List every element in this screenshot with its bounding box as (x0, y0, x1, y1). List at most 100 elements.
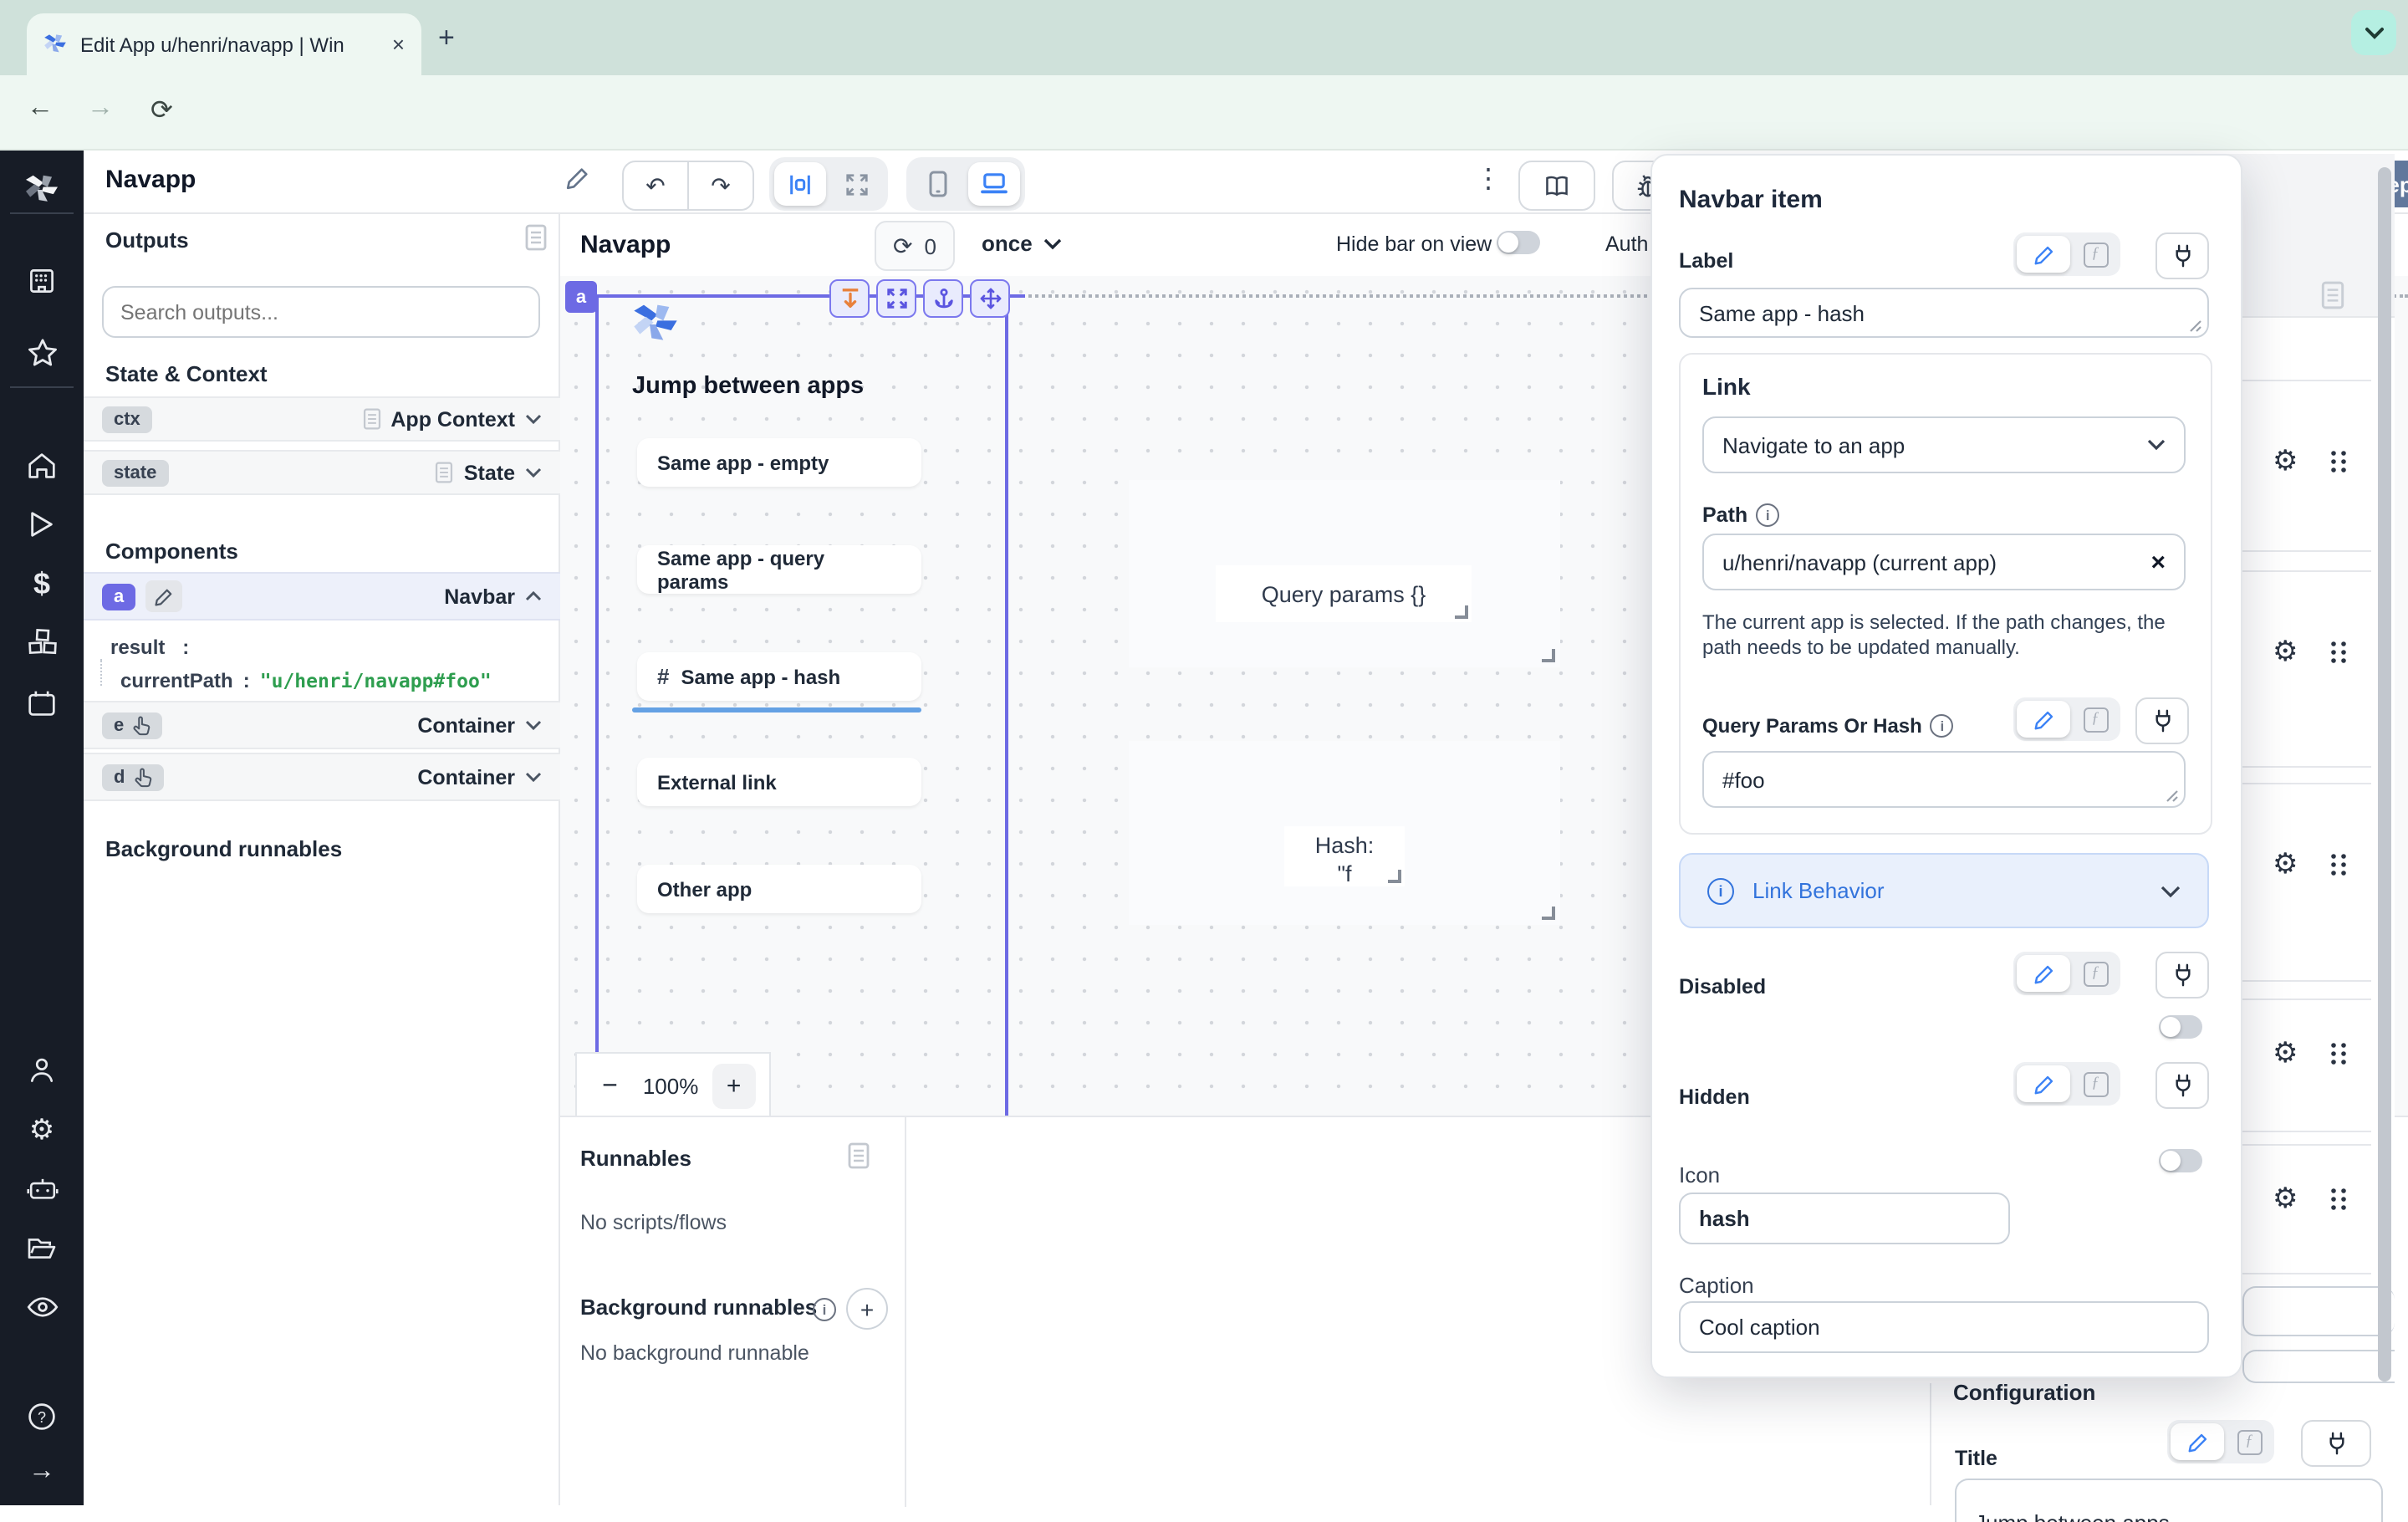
function-mode-button[interactable]: ƒ (2227, 1429, 2271, 1454)
component-gear-icon[interactable]: ⚙ (2273, 1182, 2298, 1216)
sidebar-item-folders[interactable] (0, 1228, 84, 1268)
browser-profile-chevron-button[interactable] (2351, 10, 2396, 55)
sidebar-item-favorites[interactable] (0, 333, 84, 373)
path-select-input[interactable]: u/henri/navapp (current app) × (1702, 534, 2186, 590)
windmill-logo-icon[interactable] (0, 169, 84, 209)
search-outputs-input[interactable] (102, 286, 540, 338)
sidebar-item-users[interactable] (0, 1050, 84, 1090)
nav-item-external-link[interactable]: External link (637, 758, 921, 806)
collapse-rail-arrow-icon[interactable]: → (0, 1452, 84, 1492)
sidebar-item-runs[interactable] (0, 503, 84, 544)
desktop-preview-button[interactable] (968, 162, 1020, 206)
connect-plug-button[interactable] (2135, 697, 2189, 744)
hash-text-box[interactable]: Hash: "f (1284, 826, 1405, 886)
info-icon[interactable]: i (1756, 503, 1779, 527)
sidebar-item-logs-eye-icon[interactable] (0, 1286, 84, 1326)
undo-button[interactable]: ↶ (624, 162, 687, 209)
static-mode-button[interactable] (2017, 955, 2070, 992)
forward-icon[interactable]: → (87, 94, 114, 124)
resize-handle-icon[interactable] (1542, 907, 1555, 920)
info-icon[interactable]: i (1931, 714, 1954, 738)
outputs-doc-icon[interactable] (525, 224, 547, 251)
static-mode-button[interactable] (2171, 1423, 2224, 1460)
info-icon[interactable]: i (813, 1298, 836, 1321)
settings-doc-icon[interactable] (2321, 281, 2344, 309)
add-background-runnable-button[interactable]: + (846, 1288, 888, 1330)
drag-grip-icon[interactable] (2329, 450, 2348, 473)
move-component-button[interactable] (970, 279, 1010, 318)
chevron-down-icon[interactable] (525, 467, 542, 478)
mobile-preview-button[interactable] (911, 162, 963, 206)
sidebar-item-schedules[interactable] (0, 682, 84, 723)
connect-plug-button[interactable] (2155, 232, 2209, 279)
component-gear-icon[interactable]: ⚙ (2273, 1037, 2298, 1070)
nav-item-same-app-hash[interactable]: # Same app - hash (637, 652, 921, 701)
query-params-container[interactable]: Query params {} (1129, 480, 1560, 667)
expand-down-button[interactable] (829, 279, 870, 318)
sidebar-item-home[interactable] (0, 445, 84, 485)
back-icon[interactable]: ← (27, 94, 54, 124)
nav-item-other-app[interactable]: Other app (637, 865, 921, 913)
nav-item-same-app-empty[interactable]: Same app - empty (637, 438, 921, 487)
rename-pencil-icon[interactable] (145, 580, 182, 612)
resize-handle-icon[interactable] (1388, 870, 1401, 883)
static-mode-button[interactable] (2017, 1065, 2070, 1102)
component-row-container-d[interactable]: d Container (84, 753, 560, 801)
drag-grip-icon[interactable] (2329, 1042, 2348, 1065)
refresh-group[interactable]: ⟳ 0 (875, 221, 955, 271)
caption-input[interactable]: Cool caption (1679, 1301, 2209, 1353)
drag-grip-icon[interactable] (2329, 641, 2348, 664)
resize-handle-icon[interactable] (1542, 649, 1555, 662)
settings-scrollbar-thumb[interactable] (2378, 167, 2391, 1382)
connect-plug-button[interactable] (2301, 1420, 2371, 1467)
component-gear-icon[interactable]: ⚙ (2273, 445, 2298, 478)
query-params-text-box[interactable]: Query params {} (1216, 565, 1472, 622)
component-row-navbar[interactable]: a Navbar (84, 572, 560, 621)
output-row-state[interactable]: state State (84, 450, 560, 495)
sidebar-item-variables[interactable]: $ (0, 564, 84, 604)
help-icon[interactable]: ? (0, 1397, 84, 1437)
tab-close-icon[interactable]: × (392, 32, 405, 57)
link-type-select[interactable]: Navigate to an app (1702, 416, 2186, 473)
fullscreen-layout-button[interactable] (831, 162, 883, 206)
selection-border-left[interactable] (595, 294, 599, 1116)
sidebar-item-workers-robot-icon[interactable] (0, 1169, 84, 1209)
title-input[interactable]: Jump between apps (1955, 1479, 2383, 1522)
function-mode-button[interactable]: ƒ (2074, 707, 2117, 732)
sidebar-item-settings-gear-icon[interactable]: ⚙ (0, 1111, 84, 1151)
hidden-toggle[interactable] (2159, 1149, 2202, 1172)
clear-path-x-icon[interactable]: × (2150, 548, 2166, 576)
anchor-component-button[interactable] (923, 279, 963, 318)
function-mode-button[interactable]: ƒ (2074, 1071, 2117, 1096)
icon-input[interactable]: hash (1679, 1193, 2010, 1244)
function-mode-button[interactable]: ƒ (2074, 242, 2117, 267)
result-key-row[interactable]: result : (110, 632, 189, 662)
drag-grip-icon[interactable] (2329, 1187, 2348, 1211)
chevron-down-icon[interactable] (525, 719, 542, 731)
label-textarea[interactable]: Same app - hash (1679, 288, 2209, 338)
refresh-mode-dropdown[interactable]: once (982, 231, 1063, 256)
resize-grip-icon[interactable] (2189, 319, 2202, 333)
selected-component-tag[interactable]: a (565, 281, 597, 313)
chevron-up-icon[interactable] (525, 590, 542, 602)
static-mode-button[interactable] (2017, 236, 2070, 273)
redo-button[interactable]: ↷ (687, 162, 752, 209)
connect-plug-button[interactable] (2155, 952, 2209, 998)
sidebar-item-resources[interactable] (0, 622, 84, 662)
centered-layout-button[interactable] (774, 162, 826, 206)
docs-button[interactable] (1518, 161, 1595, 211)
hash-container[interactable]: Hash: "f (1129, 741, 1560, 925)
selection-border-right[interactable] (1005, 294, 1008, 1116)
link-behavior-accordion[interactable]: i Link Behavior (1679, 853, 2209, 928)
sidebar-item-apps[interactable] (0, 261, 84, 301)
resize-grip-icon[interactable] (2166, 789, 2179, 803)
component-gear-icon[interactable]: ⚙ (2273, 848, 2298, 881)
static-mode-button[interactable] (2017, 701, 2070, 738)
edit-title-pencil-icon[interactable] (565, 166, 590, 191)
runnables-doc-icon[interactable] (848, 1142, 870, 1169)
component-gear-icon[interactable]: ⚙ (2273, 636, 2298, 669)
component-row-container-e[interactable]: e Container (84, 701, 560, 749)
zoom-out-button[interactable]: − (590, 1071, 630, 1101)
resize-handle-icon[interactable] (1455, 605, 1468, 619)
output-row-ctx[interactable]: ctx App Context (84, 396, 560, 442)
